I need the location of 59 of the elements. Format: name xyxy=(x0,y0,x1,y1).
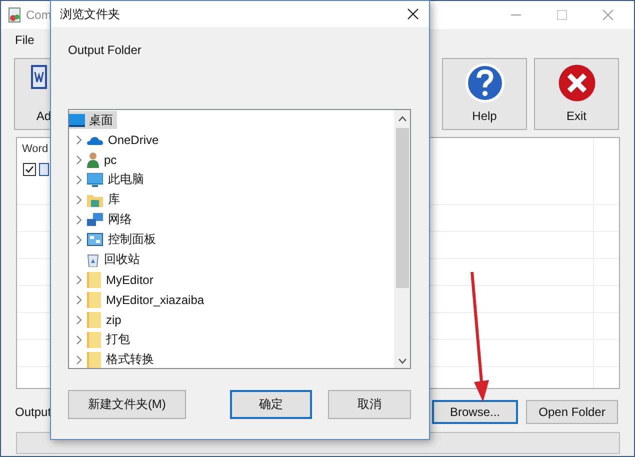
tree-item[interactable]: MyEditor_xiazaiba xyxy=(87,292,204,308)
dialog-button[interactable]: 新建文件夹(M) xyxy=(68,390,186,419)
tree-item[interactable]: 库 xyxy=(87,191,120,208)
tree-item[interactable]: 桌面 xyxy=(69,111,117,129)
tree-item[interactable]: 打包 xyxy=(87,331,130,348)
chevron-icon[interactable] xyxy=(76,194,82,204)
app-icon xyxy=(7,7,23,23)
network-icon xyxy=(87,212,103,226)
tree-item[interactable]: 控制面板 xyxy=(87,231,156,248)
toolbar-button[interactable]: Help xyxy=(442,58,527,130)
toolbar-button[interactable]: Ad xyxy=(14,58,51,130)
chevron-icon[interactable] xyxy=(76,174,82,184)
recycle-bin-icon xyxy=(87,252,99,266)
menu-item[interactable]: File xyxy=(15,33,34,47)
chevron-icon[interactable] xyxy=(76,334,82,344)
chevron-icon[interactable] xyxy=(76,234,82,244)
dialog-button[interactable]: 确定 xyxy=(230,390,312,419)
folder-icon xyxy=(87,292,101,308)
scroll-down-icon[interactable] xyxy=(398,358,406,364)
folder-button[interactable]: Browse... xyxy=(432,400,518,424)
user-icon xyxy=(87,152,99,168)
scrollbar-thumb[interactable] xyxy=(396,128,408,288)
window-title: Com xyxy=(26,8,52,22)
desktop-icon xyxy=(69,114,85,126)
chevron-icon[interactable] xyxy=(76,294,82,304)
prompt-text: Output Folder xyxy=(68,43,142,59)
tree-item[interactable]: OneDrive xyxy=(87,132,159,146)
chevron-icon[interactable] xyxy=(76,314,82,324)
folder-icon xyxy=(87,332,101,348)
tree-item[interactable]: 回收站 xyxy=(87,251,140,268)
folder-icon xyxy=(87,352,101,368)
folder-button[interactable]: Open Folder xyxy=(526,400,618,424)
toolbar-button[interactable]: Exit xyxy=(534,58,619,130)
tree-item[interactable]: pc xyxy=(87,152,117,168)
folder-icon xyxy=(87,272,101,288)
chevron-icon[interactable] xyxy=(76,354,82,364)
document-icon xyxy=(39,162,49,176)
dialog-title: 浏览文件夹 xyxy=(60,6,120,22)
tree-item[interactable]: MyEditor xyxy=(87,272,154,288)
tree-item[interactable]: 格式转换 xyxy=(87,351,154,368)
cloud-icon xyxy=(87,134,103,144)
close-icon[interactable] xyxy=(407,8,419,20)
dialog-button[interactable]: 取消 xyxy=(328,390,411,419)
document-icon xyxy=(31,65,47,89)
control-panel-icon xyxy=(87,233,103,246)
monitor-icon xyxy=(87,172,103,186)
chevron-icon[interactable] xyxy=(76,154,82,164)
chevron-icon[interactable] xyxy=(76,134,82,144)
scroll-up-icon[interactable] xyxy=(398,116,406,122)
tree-item[interactable]: 此电脑 xyxy=(87,171,144,188)
chevron-icon[interactable] xyxy=(76,274,82,284)
column-header: Word xyxy=(22,143,48,155)
tree-item[interactable]: zip xyxy=(87,312,122,328)
library-icon xyxy=(87,192,103,206)
tree-item[interactable]: 网络 xyxy=(87,211,132,228)
output-label: Output xyxy=(15,405,52,419)
checkbox[interactable] xyxy=(23,162,36,176)
folder-icon xyxy=(87,312,101,328)
chevron-icon[interactable] xyxy=(76,214,82,224)
